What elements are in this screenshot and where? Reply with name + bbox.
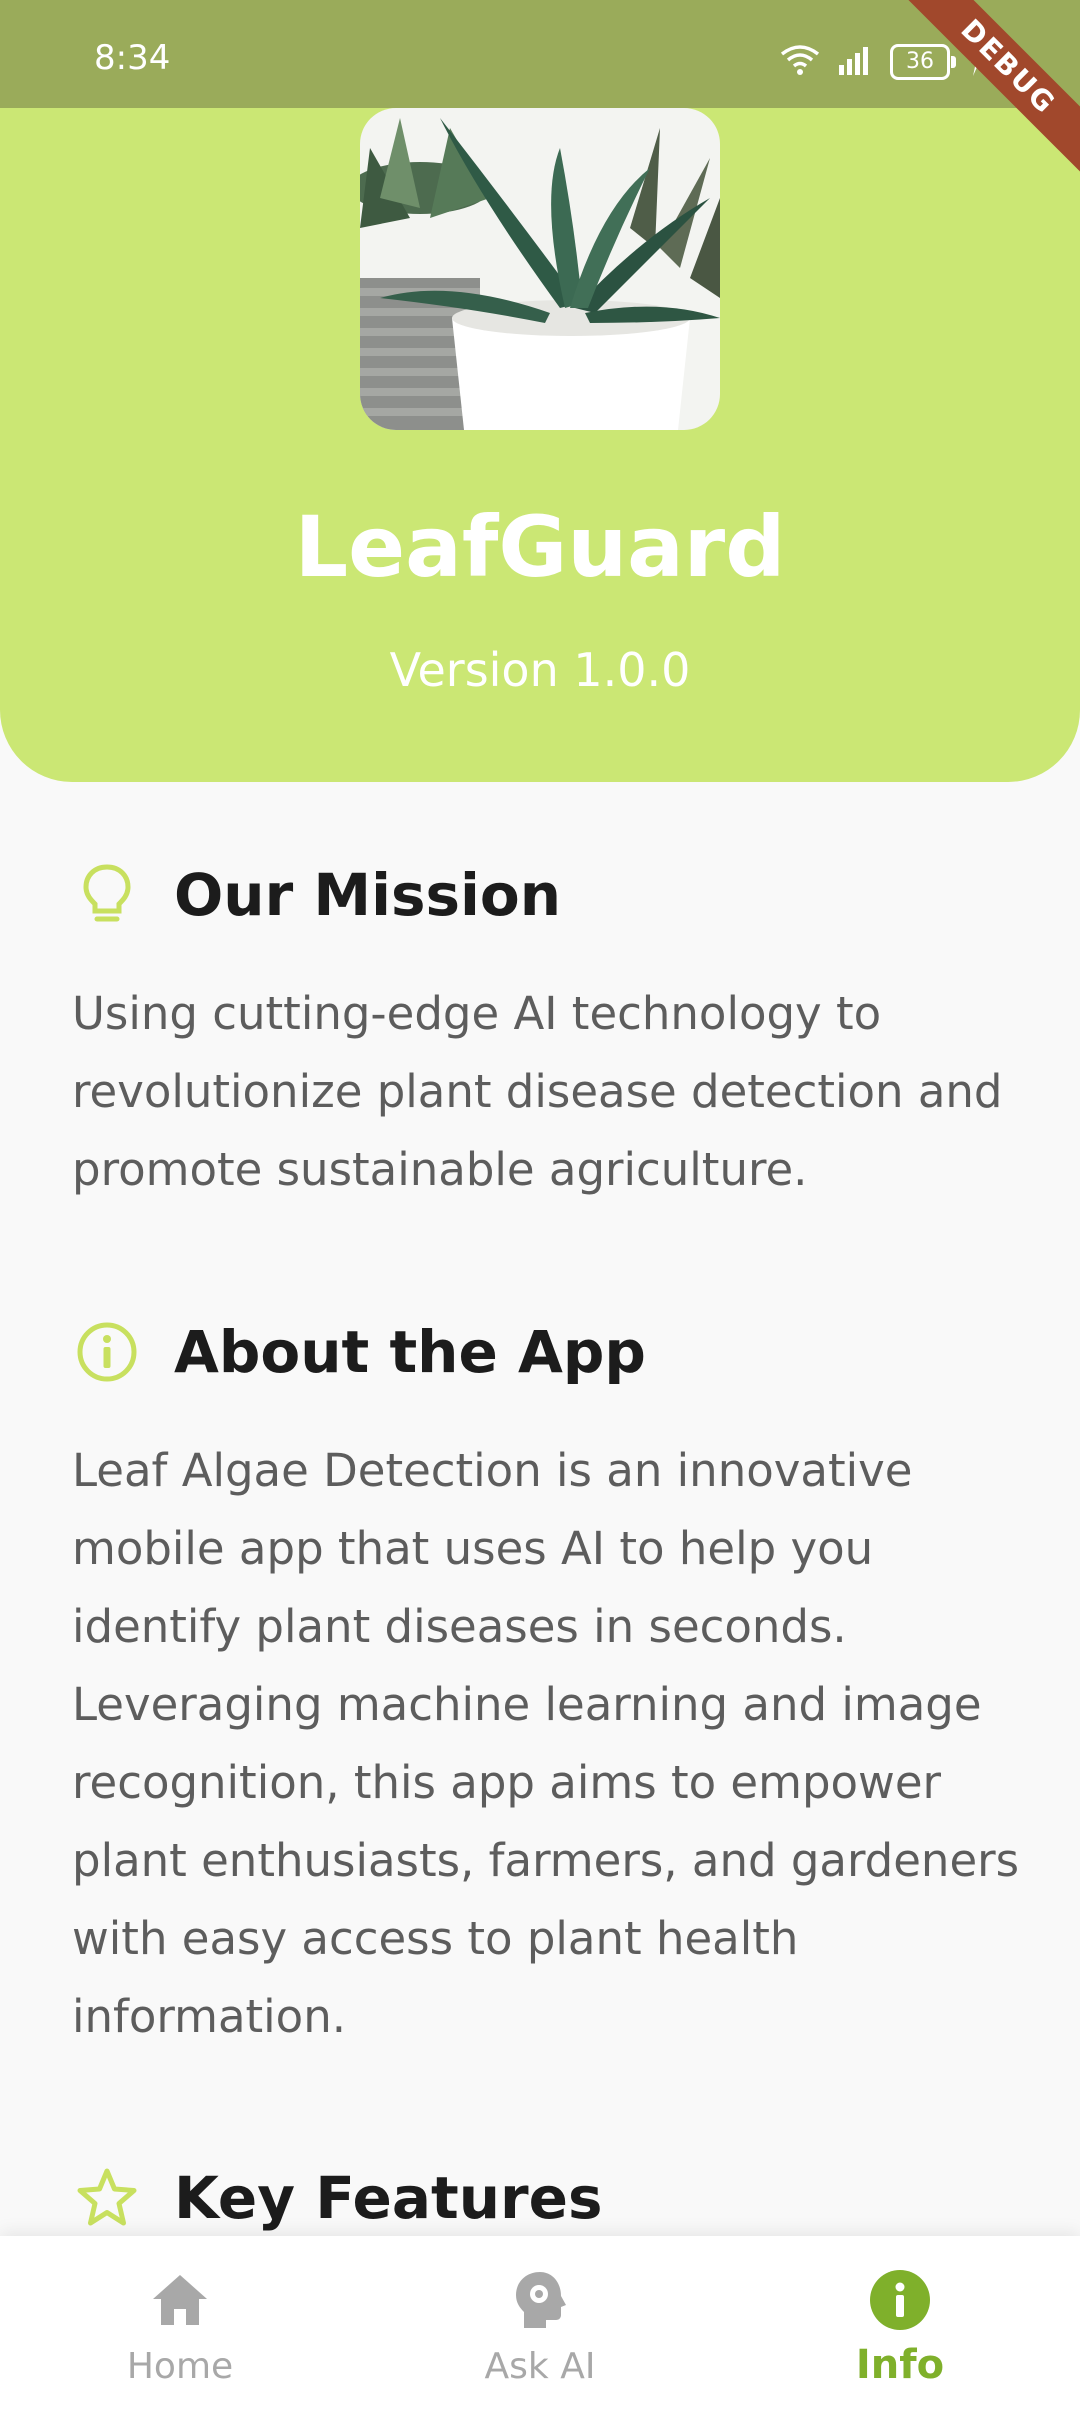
battery-icon: 36	[890, 44, 956, 80]
app-version: Version 1.0.0	[389, 643, 691, 697]
app-logo-image	[360, 108, 720, 430]
header: LeafGuard Version 1.0.0	[0, 108, 1080, 782]
section-title: Our Mission	[174, 861, 562, 929]
status-icons: 36	[780, 44, 984, 80]
section-title: About the App	[174, 1318, 646, 1386]
lightbulb-icon	[72, 860, 142, 930]
nav-label-ask-ai: Ask AI	[484, 2346, 596, 2387]
section-body: Leaf Algae Detection is an innovative mo…	[72, 1444, 1020, 2043]
info-circle-icon	[72, 1317, 142, 1387]
about-section: About the App Leaf Algae Detection is an…	[72, 1312, 1022, 2056]
info-screen: 8:34 36 DEBUG LeafGuard Version 1.0.0 Ou…	[0, 0, 1080, 2412]
mission-section: Our Mission Using cutting-edge AI techno…	[72, 855, 1022, 1209]
nav-item-home[interactable]: Home	[0, 2236, 360, 2412]
nav-item-ask-ai[interactable]: Ask AI	[360, 2236, 720, 2412]
status-time: 8:34	[94, 38, 171, 78]
home-icon	[148, 2268, 212, 2332]
signal-icon	[838, 45, 872, 79]
star-icon	[72, 2163, 142, 2233]
bottom-navigation: Home Ask AI Info	[0, 2236, 1080, 2412]
section-header: Our Mission	[72, 855, 1022, 935]
features-section: Key Features	[72, 2158, 1022, 2238]
app-title: LeafGuard	[294, 498, 786, 596]
section-header: Key Features	[72, 2158, 1022, 2238]
nav-label-info: Info	[855, 2342, 945, 2388]
status-bar: 8:34 36	[0, 0, 1080, 108]
nav-label-home: Home	[126, 2346, 234, 2387]
section-header: About the App	[72, 1312, 1022, 1392]
ai-head-icon	[508, 2268, 572, 2332]
nav-item-info[interactable]: Info	[720, 2236, 1080, 2412]
section-title: Key Features	[174, 2164, 603, 2232]
section-body: Using cutting-edge AI technology to revo…	[72, 987, 1003, 1196]
info-icon	[868, 2268, 932, 2332]
wifi-icon	[780, 44, 820, 80]
